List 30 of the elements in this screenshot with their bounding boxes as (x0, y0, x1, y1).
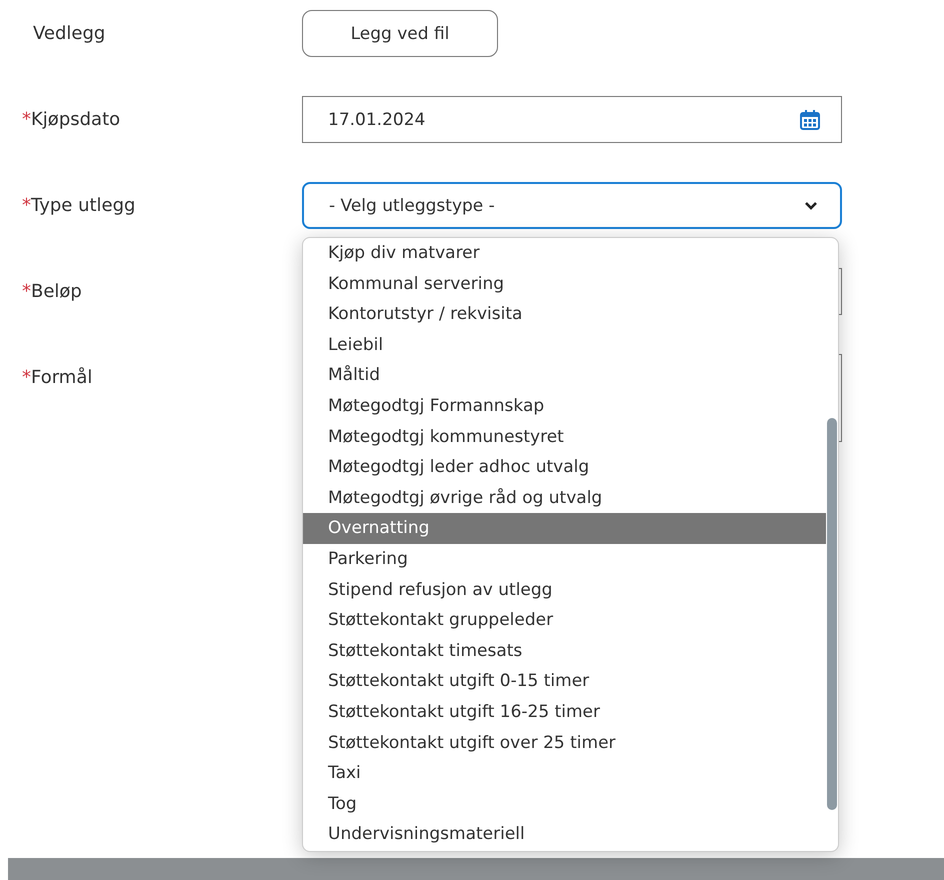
attach-file-button[interactable]: Legg ved fil (302, 10, 498, 57)
chevron-down-icon (804, 201, 818, 210)
dropdown-option[interactable]: Møtegodtgj kommunestyret (303, 422, 826, 452)
field-label: *Beløp (22, 280, 82, 304)
dropdown-option[interactable]: Møtegodtgj Formannskap (303, 390, 826, 422)
dropdown-option[interactable]: Støttekontakt utgift 16-25 timer (303, 696, 826, 728)
dropdown-option[interactable]: Kontorutstyr / rekvisita (303, 299, 826, 330)
dropdown-option[interactable]: Måltid (303, 360, 826, 391)
date-field[interactable]: 17.01.2024 (302, 96, 842, 143)
dropdown-option[interactable]: Parkering (303, 544, 826, 575)
dropdown-option[interactable]: Leiebil (303, 330, 826, 360)
calendar-icon[interactable] (799, 108, 821, 130)
field-label: *Type utlegg (22, 194, 136, 218)
field-label: *Kjøpsdato (22, 108, 120, 132)
dropdown-option[interactable]: Støttekontakt gruppeleder (303, 605, 826, 636)
dropdown-option[interactable]: Tog (303, 788, 826, 820)
dropdown-option[interactable]: Kommunal servering (303, 268, 826, 300)
dropdown-option[interactable]: Møtegodtgj leder adhoc utvalg (303, 452, 826, 483)
dropdown-option[interactable]: Støttekontakt utgift 0-15 timer (303, 666, 826, 697)
dropdown-option[interactable]: Kjøp div matvarer (303, 238, 826, 269)
dropdown-option[interactable]: Møtegodtgj øvrige råd og utvalg (303, 482, 826, 514)
dropdown-option[interactable]: Taxi (303, 758, 826, 789)
dropdown-option[interactable]: Overnatting (303, 513, 826, 544)
dropdown-option[interactable]: Støttekontakt timesats (303, 636, 826, 666)
dropdown-option[interactable]: Undervisningsmateriell (303, 819, 826, 850)
expense-type-select[interactable]: - Velg utleggstype - (302, 182, 842, 229)
dropdown-option[interactable]: Støttekontakt utgift over 25 timer (303, 728, 826, 758)
field-label: *Formål (22, 366, 92, 390)
field-label: Vedlegg (32, 22, 106, 46)
dropdown-option[interactable]: Stipend refusjon av utlegg (303, 574, 826, 606)
